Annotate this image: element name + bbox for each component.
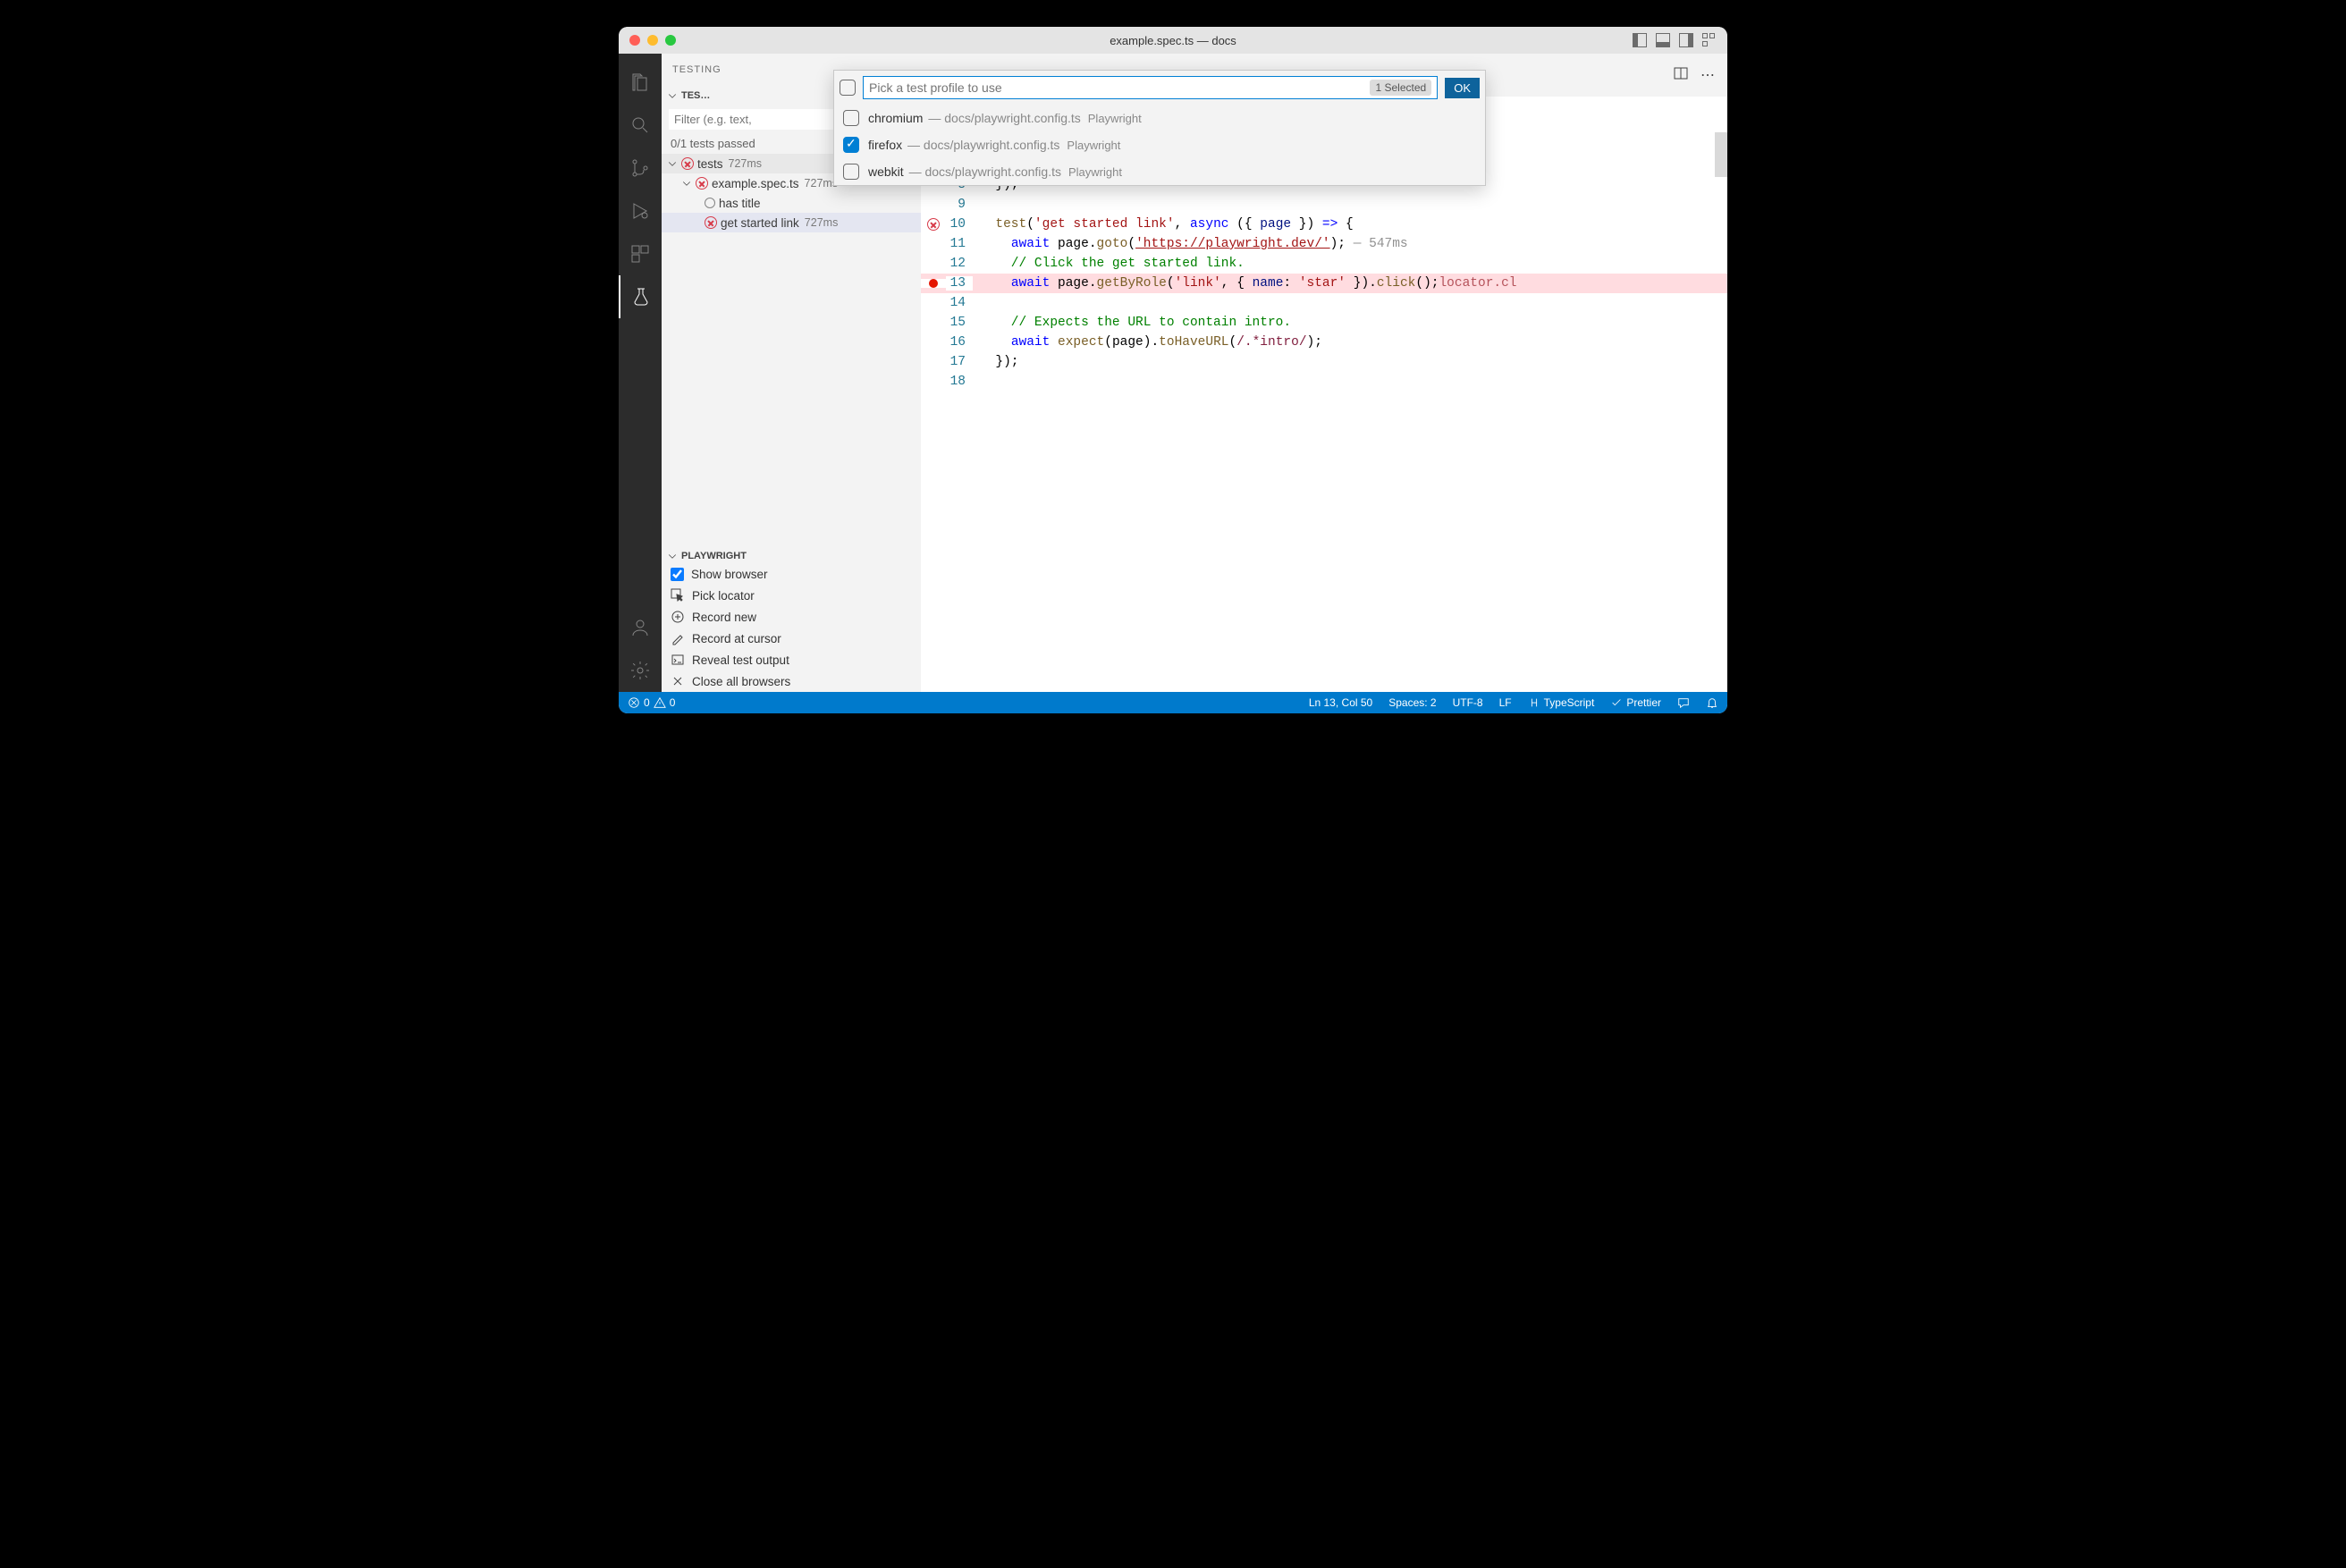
not-run-icon [705, 198, 715, 208]
profile-checkbox[interactable] [843, 137, 859, 153]
settings-icon[interactable] [619, 649, 662, 692]
close-window-button[interactable] [629, 35, 640, 46]
record-new-icon [671, 610, 685, 624]
profile-item-chromium[interactable]: chromium — docs/playwright.config.tsPlay… [834, 105, 1485, 131]
editor-more-icon[interactable]: ⋯ [1700, 66, 1717, 84]
tree-row-get-started[interactable]: get started link 727ms [662, 213, 921, 232]
toggle-secondary-sidebar-icon[interactable] [1679, 33, 1693, 47]
toggle-panel-icon[interactable] [1656, 33, 1670, 47]
profile-item-firefox[interactable]: firefox — docs/playwright.config.tsPlayw… [834, 131, 1485, 158]
show-browser-checkbox[interactable] [671, 568, 684, 581]
status-bar: 0 0 Ln 13, Col 50 Spaces: 2 UTF-8 LF Typ… [619, 692, 1727, 713]
pick-locator-button[interactable]: Pick locator [662, 585, 921, 606]
problems-button[interactable]: 0 0 [628, 696, 675, 709]
encoding-button[interactable]: UTF-8 [1453, 696, 1483, 709]
profile-item-webkit[interactable]: webkit — docs/playwright.config.tsPlaywr… [834, 158, 1485, 185]
chevron-down-icon[interactable] [667, 90, 678, 101]
chevron-down-icon[interactable] [667, 551, 678, 561]
profile-checkbox[interactable] [843, 164, 859, 180]
scrollbar[interactable] [1715, 132, 1727, 177]
select-all-checkbox[interactable] [840, 80, 856, 96]
tree-row-has-title[interactable]: has title [662, 193, 921, 213]
close-browsers-button[interactable]: Close all browsers [662, 670, 921, 692]
window-title: example.spec.ts — docs [1110, 34, 1236, 47]
profile-search-input[interactable] [869, 80, 1370, 95]
terminal-icon [671, 653, 685, 667]
language-mode-button[interactable]: TypeScript [1528, 696, 1595, 709]
profile-checkbox[interactable] [843, 110, 859, 126]
split-editor-icon[interactable] [1674, 66, 1688, 85]
playwright-section-label: PLAYWRIGHT [681, 551, 916, 561]
profile-list: chromium — docs/playwright.config.tsPlay… [834, 105, 1485, 185]
panel-title: TESTING [672, 64, 722, 75]
error-icon [705, 216, 717, 229]
error-icon [681, 157, 694, 170]
ok-button[interactable]: OK [1445, 78, 1480, 98]
reveal-output-button[interactable]: Reveal test output [662, 649, 921, 670]
error-gutter-icon[interactable] [927, 218, 940, 231]
record-at-cursor-button[interactable]: Record at cursor [662, 628, 921, 649]
toggle-primary-sidebar-icon[interactable] [1633, 33, 1647, 47]
breakpoint-icon[interactable] [929, 279, 938, 288]
indentation-button[interactable]: Spaces: 2 [1388, 696, 1436, 709]
maximize-window-button[interactable] [665, 35, 676, 46]
record-new-button[interactable]: Record new [662, 606, 921, 628]
eol-button[interactable]: LF [1499, 696, 1512, 709]
testing-icon[interactable] [619, 275, 662, 318]
quick-pick-dialog: 1 Selected OK chromium — docs/playwright… [833, 70, 1486, 186]
extensions-icon[interactable] [619, 232, 662, 275]
show-browser-toggle[interactable]: Show browser [662, 563, 921, 585]
source-control-icon[interactable] [619, 147, 662, 190]
customize-layout-icon[interactable] [1702, 33, 1717, 47]
cursor-position[interactable]: Ln 13, Col 50 [1309, 696, 1372, 709]
error-icon [696, 177, 708, 190]
explorer-icon[interactable] [619, 61, 662, 104]
selected-count-badge: 1 Selected [1370, 80, 1431, 96]
feedback-icon[interactable] [1677, 696, 1690, 709]
search-icon[interactable] [619, 104, 662, 147]
activity-bar [619, 54, 662, 692]
record-cursor-icon [671, 631, 685, 645]
prettier-button[interactable]: Prettier [1610, 696, 1661, 709]
close-icon [671, 674, 685, 688]
pick-locator-icon [671, 588, 685, 603]
run-debug-icon[interactable] [619, 190, 662, 232]
titlebar: example.spec.ts — docs [619, 27, 1727, 54]
minimize-window-button[interactable] [647, 35, 658, 46]
accounts-icon[interactable] [619, 606, 662, 649]
notifications-icon[interactable] [1706, 696, 1718, 709]
